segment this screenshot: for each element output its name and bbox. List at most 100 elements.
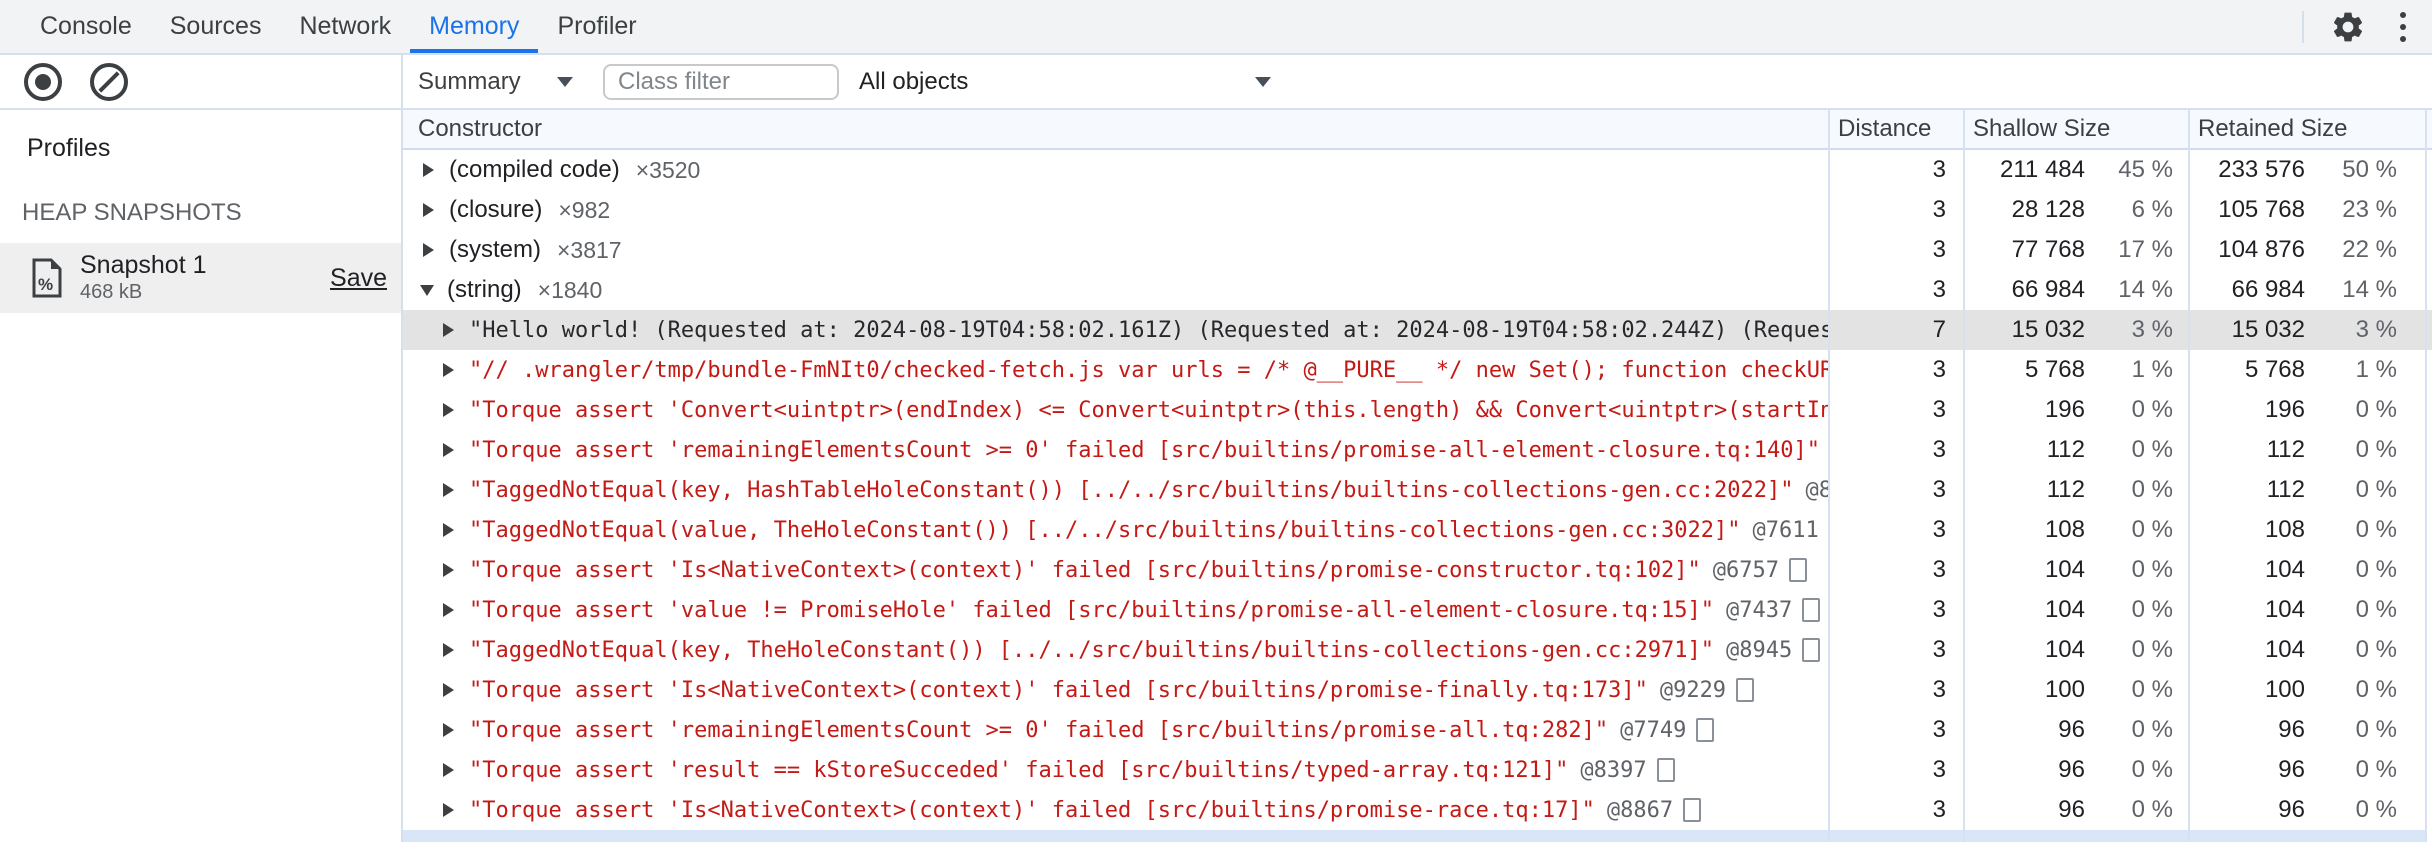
table-row[interactable]: "Torque assert 'remainingElementsCount >… [403,430,2432,470]
clear-profiles-icon[interactable] [90,62,128,101]
expand-twisty-icon[interactable] [443,323,454,337]
snapshot-document-icon: % [32,258,62,298]
toolbar-divider [2302,10,2304,43]
string-value: "// .wrangler/tmp/bundle-FmNIt0/checked-… [469,357,1828,383]
collapse-twisty-icon[interactable] [420,284,434,296]
shallow-value: 15 032 [2011,316,2085,343]
shallow-percent: 6 % [2131,196,2173,223]
distance-cell: 3 [1932,556,1946,583]
table-row[interactable]: "TaggedNotEqual(key, HashTableHoleConsta… [403,470,2432,510]
retained-size-cell: 96 0 % [2188,756,2425,784]
table-row[interactable]: (closure) ×982 3 28 128 6 % 105 768 23 % [403,190,2432,230]
constructor-cell: (closure) ×982 [403,190,1828,230]
constructor-cell: "TaggedNotEqual(key, HashTableHoleConsta… [403,470,1828,510]
retained-size-cell: 96 0 % [2188,716,2425,744]
table-row[interactable]: "Torque assert 'Is<NativeContext>(contex… [403,550,2432,590]
expand-twisty-icon[interactable] [423,203,434,217]
column-header-constructor[interactable]: Constructor [403,115,1828,143]
object-id: @8945 [1726,637,1793,663]
perspective-select[interactable]: Summary [418,55,521,108]
tab-network[interactable]: Network [280,0,410,53]
column-header-distance[interactable]: Distance [1828,115,1963,143]
tab-label: Profiler [557,12,637,40]
snapshot-size: 468 kB [80,281,143,303]
table-row[interactable]: "Torque assert 'result == kStoreSucceded… [403,750,2432,790]
record-heap-snapshot-icon[interactable] [24,62,62,101]
expand-twisty-icon[interactable] [443,523,454,537]
object-id: @7749 [1620,717,1687,743]
distance-cell: 7 [1932,316,1946,343]
class-filter-input[interactable] [603,64,839,100]
shallow-size-cell: 96 0 % [1963,716,2188,744]
expand-twisty-icon[interactable] [443,803,454,817]
retained-size-cell: 105 768 23 % [2188,196,2425,224]
column-header-retained-size[interactable]: Retained Size [2188,115,2425,143]
expand-twisty-icon[interactable] [443,683,454,697]
shallow-size-cell: 96 0 % [1963,756,2188,784]
shallow-size-cell: 104 0 % [1963,636,2188,664]
sidebar-item-snapshot-1[interactable]: % Snapshot 1 468 kB Save [0,243,401,313]
string-value: "Torque assert 'Is<NativeContext>(contex… [469,677,1648,703]
string-value: "Torque assert 'Convert<uintptr>(endInde… [469,397,1828,423]
expand-twisty-icon[interactable] [443,723,454,737]
settings-gear-icon[interactable] [2330,9,2366,45]
shallow-percent: 45 % [2118,156,2173,183]
snapshot-toolbar: Summary All objects [403,55,2432,110]
distance-cell: 3 [1932,436,1946,463]
object-id: @8397 [1580,757,1647,783]
object-id: @8867 [1606,797,1674,823]
tab-memory[interactable]: Memory [410,0,539,53]
shallow-size-cell: 15 032 3 % [1963,316,2188,344]
save-link[interactable]: Save [330,264,387,293]
table-row[interactable]: (compiled code) ×3520 3 211 484 45 % 233 576 5… [403,150,2432,190]
shallow-size-cell: 104 0 % [1963,556,2188,584]
objects-filter-select[interactable]: All objects [859,55,968,108]
retained-percent: 0 % [2355,556,2397,583]
table-row[interactable]: "Torque assert 'value != PromiseHole' fa… [403,590,2432,630]
instance-count: ×1840 [537,276,603,303]
table-row[interactable]: "TaggedNotEqual(key, TheHoleConstant()) … [403,630,2432,670]
constructor-cell: "// .wrangler/tmp/bundle-FmNIt0/checked-… [403,350,1828,390]
expand-twisty-icon[interactable] [423,243,434,257]
constructor-name: (system) [449,236,541,263]
table-row[interactable]: "Torque assert 'Convert<uintptr>(endInde… [403,390,2432,430]
expand-twisty-icon[interactable] [443,643,454,657]
sidebar-toolbar [0,55,401,110]
chevron-down-icon[interactable] [557,77,573,87]
string-value: "TaggedNotEqual(key, TheHoleConstant()) … [469,637,1715,663]
table-row[interactable]: "Hello world! (Requested at: 2024-08-19T… [403,310,2432,350]
table-row[interactable]: (string) ×1840 3 66 984 14 % 66 984 14 % [403,270,2432,310]
table-row[interactable]: "Torque assert 'Is<NativeContext>(contex… [403,790,2432,830]
shallow-percent: 0 % [2131,756,2173,783]
tab-profiler[interactable]: Profiler [538,0,655,53]
expand-twisty-icon[interactable] [423,163,434,177]
table-row[interactable]: "TaggedNotEqual(value, TheHoleConstant()… [403,510,2432,550]
expand-twisty-icon[interactable] [443,763,454,777]
string-value: "Torque assert 'remainingElementsCount >… [469,437,1821,463]
shallow-size-cell: 96 0 % [1963,796,2188,824]
expand-twisty-icon[interactable] [443,483,454,497]
table-row[interactable]: (system) ×3817 3 77 768 17 % 104 876 22 % [403,230,2432,270]
table-row[interactable]: "// .wrangler/tmp/bundle-FmNIt0/checked-… [403,350,2432,390]
table-row[interactable]: "Torque assert 'Is<NativeContext>(contex… [403,670,2432,710]
expand-twisty-icon[interactable] [443,363,454,377]
retained-value: 108 [2264,516,2305,543]
retained-size-cell: 104 0 % [2188,596,2425,624]
tab-sources[interactable]: Sources [151,0,281,53]
expand-twisty-icon[interactable] [443,443,454,457]
shallow-size-cell: 196 0 % [1963,396,2188,424]
retained-percent: 0 % [2355,596,2397,623]
expand-twisty-icon[interactable] [443,563,454,577]
retained-percent: 0 % [2355,676,2397,703]
tab-console[interactable]: Console [21,0,151,53]
table-row[interactable]: "Torque assert 'remainingElementsCount >… [403,710,2432,750]
chevron-down-icon[interactable] [1255,77,1271,87]
retained-percent: 3 % [2355,316,2397,343]
column-header-shallow-size[interactable]: Shallow Size [1963,115,2188,143]
shallow-percent: 0 % [2131,716,2173,743]
object-id: @6757 [1712,557,1780,583]
expand-twisty-icon[interactable] [443,603,454,617]
more-options-kebab-icon[interactable] [2400,11,2406,42]
shallow-value: 100 [2044,676,2085,703]
expand-twisty-icon[interactable] [443,403,454,417]
